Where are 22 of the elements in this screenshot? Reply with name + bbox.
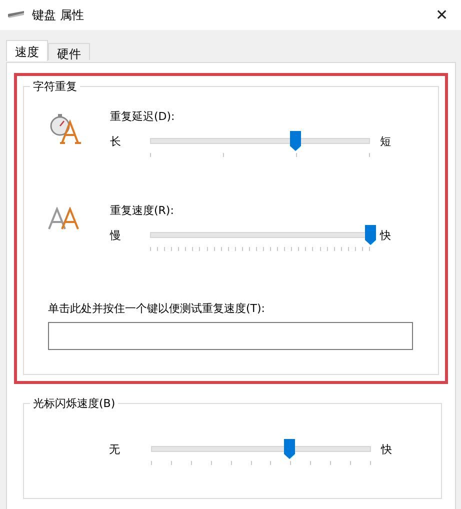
slider-label: 重复延迟(D): xyxy=(110,109,176,124)
tab[interactable]: 速度 xyxy=(6,40,48,61)
slider-thumb[interactable] xyxy=(284,439,296,459)
max-label: 快 xyxy=(380,228,391,242)
close-button[interactable]: ✕ xyxy=(427,0,457,30)
min-label: 无 xyxy=(109,442,121,456)
max-label: 短 xyxy=(380,134,391,148)
slider-label: 重复速度(R): xyxy=(110,203,175,218)
min-label: 慢 xyxy=(110,228,122,242)
slider-thumb[interactable] xyxy=(290,131,301,151)
slider-thumb[interactable] xyxy=(364,225,376,245)
group-title: 字符重复 xyxy=(30,79,80,94)
tab[interactable]: 硬件 xyxy=(48,43,90,60)
min-label: 长 xyxy=(110,134,122,148)
test-label: 单击此处并按住一个键以便测试重复速度(T): xyxy=(48,301,266,316)
test-field[interactable] xyxy=(48,322,413,350)
max-label: 快 xyxy=(381,442,393,456)
window-title: 键盘 属性 xyxy=(32,6,85,24)
letters-icon xyxy=(48,207,82,231)
group-title: 光标闪烁速度(B) xyxy=(30,396,118,411)
stopwatch-letter-icon xyxy=(48,113,82,145)
keyboard-icon xyxy=(8,11,24,19)
